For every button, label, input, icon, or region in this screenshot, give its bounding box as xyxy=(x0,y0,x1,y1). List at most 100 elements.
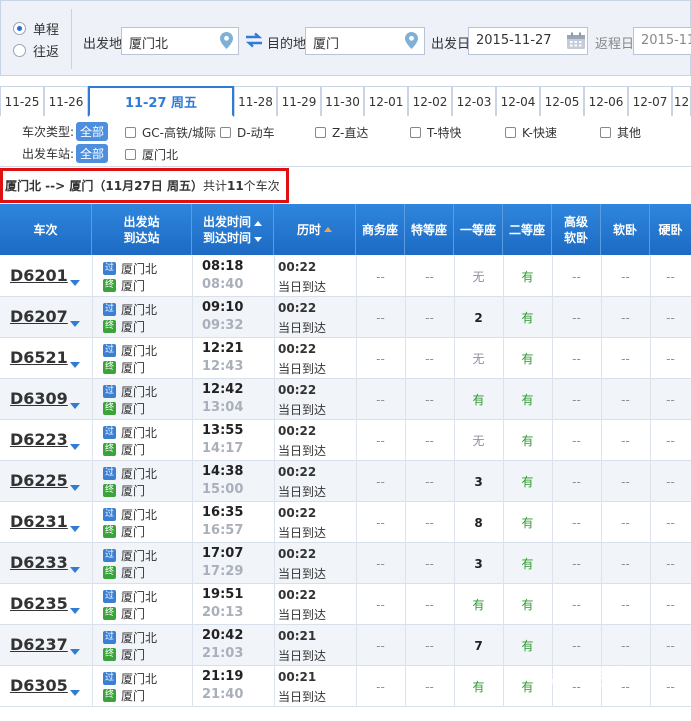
radio-oneway[interactable] xyxy=(13,21,26,35)
train-type-checkbox[interactable]: Z-直达 xyxy=(315,122,368,142)
train-number-link[interactable]: D6201 xyxy=(10,266,68,285)
seat-availability[interactable]: 无 xyxy=(454,420,503,461)
arrival-time: 08:40 xyxy=(202,277,244,292)
tab-date[interactable]: 12-03 xyxy=(452,86,496,116)
seat-availability[interactable]: 8 xyxy=(454,502,503,543)
train-number-link[interactable]: D6233 xyxy=(10,553,68,572)
tab-date[interactable]: 12-02 xyxy=(408,86,452,116)
seat-availability[interactable]: 有 xyxy=(503,502,552,543)
checkbox[interactable] xyxy=(600,126,611,138)
column-divider xyxy=(92,256,93,297)
seat-availability: -- xyxy=(425,515,434,530)
train-number-link[interactable]: D6237 xyxy=(10,635,68,654)
expand-arrow-icon[interactable] xyxy=(70,690,80,696)
seat-availability[interactable]: 2 xyxy=(454,297,503,338)
train-type-all-button[interactable]: 全部 xyxy=(76,121,109,141)
expand-arrow-icon[interactable] xyxy=(70,567,80,573)
tab-date[interactable]: 12-04 xyxy=(496,86,540,116)
seat-availability: -- xyxy=(376,474,385,489)
header-times[interactable]: 出发时间 到达时间 xyxy=(192,204,274,255)
seat-availability[interactable]: 有 xyxy=(454,584,503,625)
sort-up-icon[interactable] xyxy=(324,227,332,232)
seat-availability[interactable]: 无 xyxy=(454,256,503,297)
tab-date[interactable]: 11-28 xyxy=(234,86,277,116)
train-type-checkbox[interactable]: D-动车 xyxy=(220,122,275,142)
swap-icon[interactable] xyxy=(244,32,264,48)
trip-oneway-option[interactable]: 单程 xyxy=(13,17,83,39)
seat-availability: -- xyxy=(666,556,675,571)
pass-station-icon: 过 xyxy=(103,671,116,685)
train-type-checkbox[interactable]: GC-高铁/城际 xyxy=(125,122,216,142)
checkbox[interactable] xyxy=(505,126,516,138)
seat-availability[interactable]: 无 xyxy=(454,338,503,379)
seat-availability[interactable]: 3 xyxy=(454,461,503,502)
expand-arrow-icon[interactable] xyxy=(70,526,80,532)
expand-arrow-icon[interactable] xyxy=(70,362,80,368)
tab-date[interactable]: 12-06 xyxy=(584,86,628,116)
seat-availability[interactable]: 有 xyxy=(503,461,552,502)
expand-arrow-icon[interactable] xyxy=(70,403,80,409)
return-date-input[interactable]: 2015-11-2 xyxy=(633,27,691,55)
tab-date[interactable]: 11-25 xyxy=(0,86,44,116)
train-type-checkbox[interactable]: 其他 xyxy=(600,122,641,142)
pass-station-icon: 过 xyxy=(103,425,116,439)
seat-availability: -- xyxy=(666,351,675,366)
sort-up-icon[interactable] xyxy=(254,220,262,226)
train-number-link[interactable]: D6207 xyxy=(10,307,68,326)
train-type-checkbox[interactable]: T-特快 xyxy=(410,122,462,142)
tab-date[interactable]: 11-27 周五 xyxy=(88,86,234,117)
seat-availability[interactable]: 有 xyxy=(503,379,552,420)
expand-arrow-icon[interactable] xyxy=(70,321,80,327)
expand-arrow-icon[interactable] xyxy=(70,280,80,286)
checkbox[interactable] xyxy=(315,126,326,138)
seat-availability[interactable]: 有 xyxy=(503,420,552,461)
seat-availability[interactable]: 7 xyxy=(454,625,503,666)
seat-availability[interactable]: 有 xyxy=(503,297,552,338)
arrival-station: 终厦门 xyxy=(103,564,145,580)
tab-date[interactable]: 12 xyxy=(672,86,691,116)
checkbox[interactable] xyxy=(125,148,136,160)
train-number-link[interactable]: D6305 xyxy=(10,676,68,695)
expand-arrow-icon[interactable] xyxy=(70,608,80,614)
tab-date[interactable]: 11-26 xyxy=(44,86,88,116)
station-checkbox-xiamenbei[interactable]: 厦门北 xyxy=(125,144,178,164)
radio-roundtrip[interactable] xyxy=(13,43,26,57)
seat-availability[interactable]: 有 xyxy=(503,584,552,625)
train-number-link[interactable]: D6223 xyxy=(10,430,68,449)
location-pin-icon[interactable] xyxy=(405,32,418,49)
tab-date[interactable]: 11-29 xyxy=(277,86,321,116)
tab-date[interactable]: 11-30 xyxy=(321,86,364,116)
arrival-note: 当日到达 xyxy=(278,485,327,499)
tab-date[interactable]: 12-07 xyxy=(628,86,672,116)
tab-date[interactable]: 12-01 xyxy=(364,86,408,116)
train-number-link[interactable]: D6521 xyxy=(10,348,68,367)
seat-availability[interactable]: 有 xyxy=(503,338,552,379)
seat-availability[interactable]: 有 xyxy=(454,666,503,707)
table-header: 车次 出发站 到达站 出发时间 到达时间 历时 商务座 特等座 一等座 二等座 高… xyxy=(0,204,691,255)
seat-availability[interactable]: 3 xyxy=(454,543,503,584)
checkbox[interactable] xyxy=(410,126,421,138)
expand-arrow-icon[interactable] xyxy=(70,444,80,450)
train-number-link[interactable]: D6235 xyxy=(10,594,68,613)
station-all-button[interactable]: 全部 xyxy=(76,143,109,163)
checkbox[interactable] xyxy=(220,126,231,138)
seat-availability[interactable]: 有 xyxy=(503,543,552,584)
location-pin-icon[interactable] xyxy=(220,32,233,49)
arrival-note: 当日到达 xyxy=(278,649,327,663)
sort-down-icon[interactable] xyxy=(254,236,262,242)
train-type-checkbox[interactable]: K-快速 xyxy=(505,122,557,142)
seat-availability[interactable]: 有 xyxy=(454,379,503,420)
checkbox[interactable] xyxy=(125,126,136,138)
train-number-link[interactable]: D6231 xyxy=(10,512,68,531)
header-duration[interactable]: 历时 xyxy=(274,204,356,255)
tab-date[interactable]: 12-05 xyxy=(540,86,584,116)
train-number-link[interactable]: D6225 xyxy=(10,471,68,490)
terminal-station-icon: 终 xyxy=(103,319,116,333)
train-number-link[interactable]: D6309 xyxy=(10,389,68,408)
expand-arrow-icon[interactable] xyxy=(70,649,80,655)
calendar-icon[interactable] xyxy=(566,32,586,50)
trip-roundtrip-option[interactable]: 往返 xyxy=(13,39,83,61)
seat-availability[interactable]: 有 xyxy=(503,256,552,297)
terminal-station-icon: 终 xyxy=(103,606,116,620)
expand-arrow-icon[interactable] xyxy=(70,485,80,491)
